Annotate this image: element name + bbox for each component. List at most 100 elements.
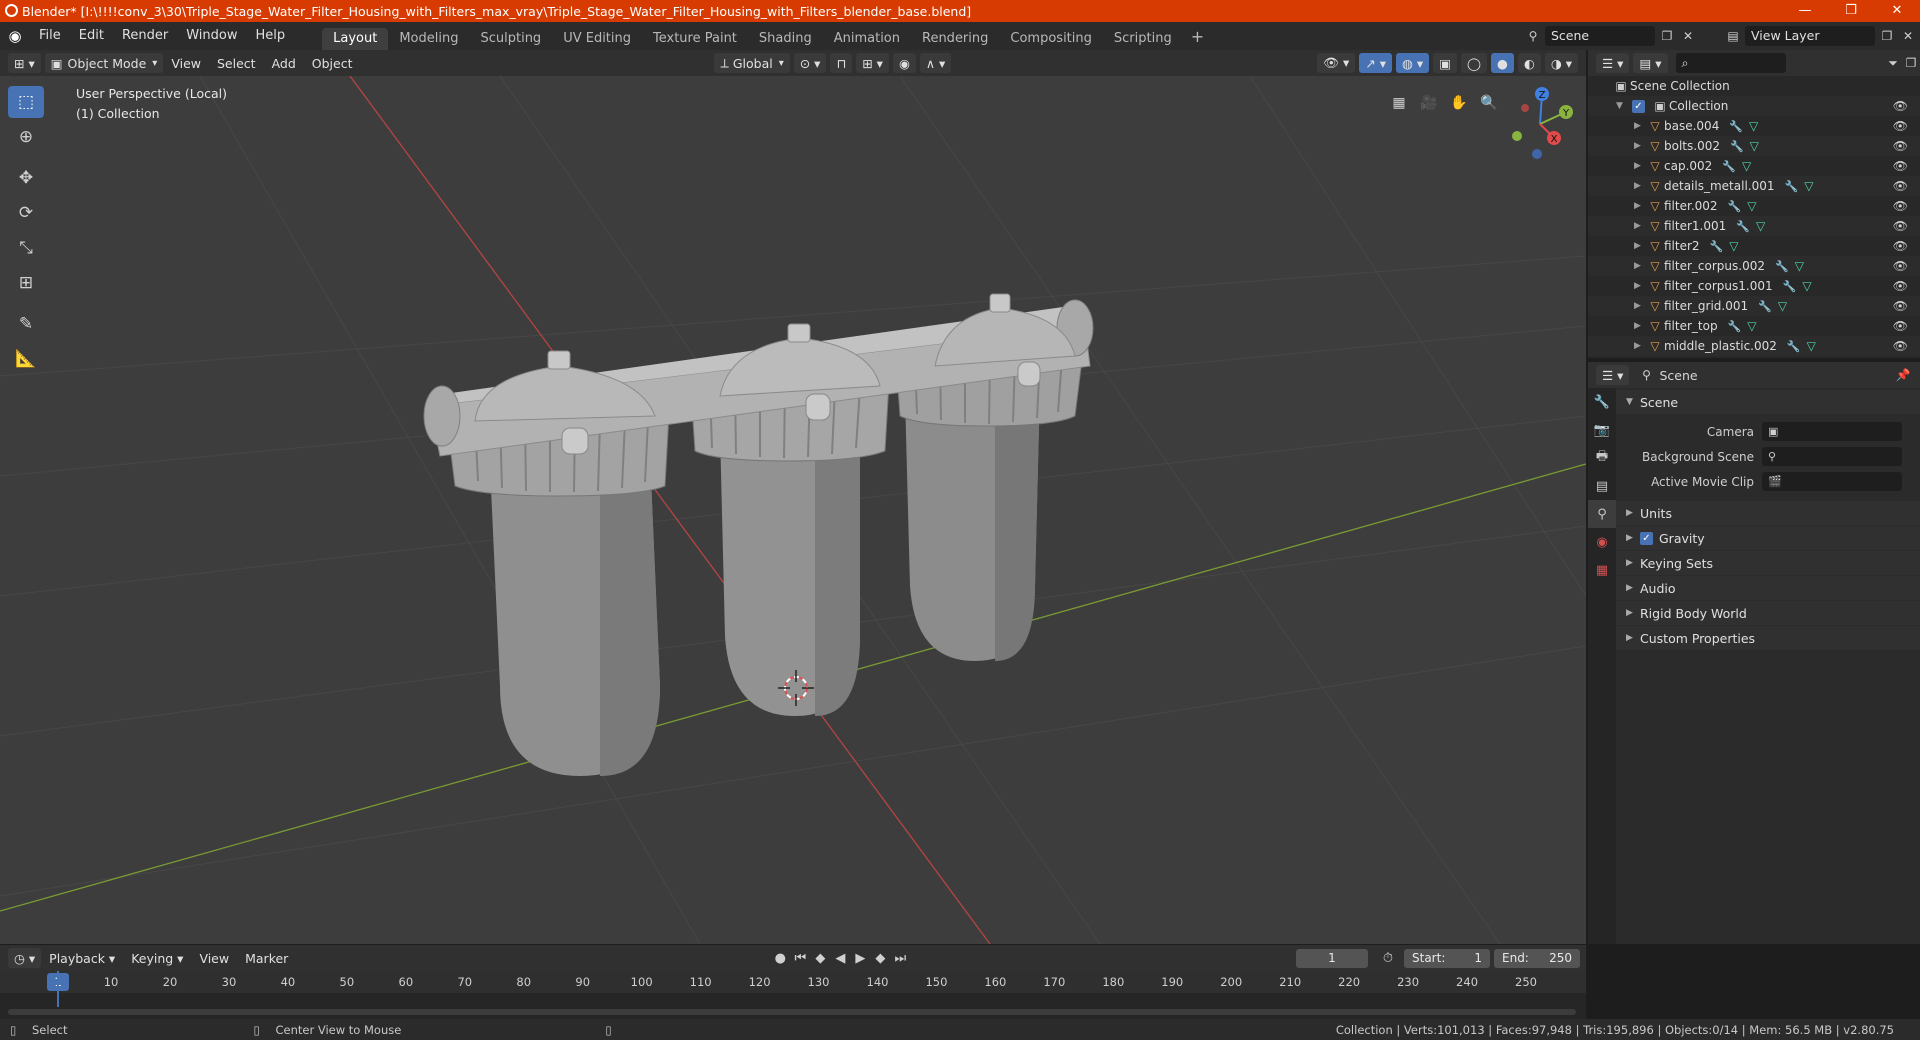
timeline-scrollbar[interactable] <box>8 1009 1576 1015</box>
annotate-tool-icon[interactable]: ✎ <box>8 308 44 340</box>
modifier-wrench-icon[interactable]: 🔧 <box>1728 320 1742 333</box>
menu-help[interactable]: Help <box>247 22 295 50</box>
menu-render[interactable]: Render <box>113 22 177 50</box>
expand-right-icon[interactable]: ▶ <box>1634 261 1646 271</box>
tab-rendering[interactable]: Rendering <box>911 28 999 50</box>
expand-right-icon[interactable]: ▶ <box>1634 141 1646 151</box>
camera-view-icon[interactable]: 🎥 <box>1416 90 1442 116</box>
eye-icon[interactable]: 👁 <box>1893 139 1908 153</box>
menu-file[interactable]: File <box>30 22 70 50</box>
blender-menu-icon[interactable]: ◉ <box>0 27 30 45</box>
view-layer-field[interactable]: View Layer <box>1745 26 1875 46</box>
timeline-area[interactable]: 1102030405060708090100110120130140150160… <box>0 971 1586 1019</box>
gravity-section-header[interactable]: ▶ ✓ Gravity <box>1616 526 1920 550</box>
mesh-data-icon[interactable]: ▽ <box>1747 319 1756 333</box>
outliner-object-row[interactable]: ▶ ▽ filter_corpus.002 🔧 ▽ 👁 <box>1588 256 1920 276</box>
new-collection-icon[interactable]: ❐ <box>1902 56 1920 70</box>
menu-edit[interactable]: Edit <box>70 22 113 50</box>
expand-right-icon[interactable]: ▶ <box>1634 221 1646 231</box>
outliner-object-row[interactable]: ▶ ▽ filter1.001 🔧 ▽ 👁 <box>1588 216 1920 236</box>
modifier-wrench-icon[interactable]: 🔧 <box>1758 300 1772 313</box>
collection-checkbox[interactable]: ✓ <box>1632 99 1645 113</box>
next-keyframe-icon[interactable]: ◆ <box>870 951 890 966</box>
view-layer-icon[interactable]: ▤ <box>1724 29 1742 43</box>
modifier-wrench-icon[interactable]: 🔧 <box>1722 160 1736 173</box>
tab-shading[interactable]: Shading <box>748 28 823 50</box>
editor-type-icon[interactable]: ⊞ ▾ <box>8 53 41 73</box>
outliner-object-row[interactable]: ▶ ▽ filter_corpus1.001 🔧 ▽ 👁 <box>1588 276 1920 296</box>
rendered-shading-icon[interactable]: ◑ ▾ <box>1544 53 1578 73</box>
expand-right-icon[interactable]: ▶ <box>1634 201 1646 211</box>
delete-view-layer-icon[interactable]: ✕ <box>1899 29 1917 43</box>
jump-start-icon[interactable]: ⏮ <box>790 951 810 966</box>
axis-gizmo[interactable]: Z Y X <box>1500 80 1580 160</box>
start-frame-field[interactable]: Start: 1 <box>1404 948 1490 968</box>
tab-scripting[interactable]: Scripting <box>1103 28 1183 50</box>
active-movie-clip-field[interactable]: 🎬 <box>1762 472 1902 491</box>
grid-view-icon[interactable]: ▦ <box>1386 90 1412 116</box>
eye-icon[interactable]: 👁 <box>1893 219 1908 233</box>
outliner-scene-collection[interactable]: ▣ Scene Collection <box>1588 76 1920 96</box>
mesh-data-icon[interactable]: ▽ <box>1749 119 1758 133</box>
modifier-wrench-icon[interactable]: 🔧 <box>1728 200 1742 213</box>
pin-icon[interactable]: 📌 <box>1894 368 1912 382</box>
menu-add[interactable]: Add <box>264 56 304 71</box>
custom-properties-section-header[interactable]: ▶ Custom Properties <box>1616 626 1920 650</box>
modifier-wrench-icon[interactable]: 🔧 <box>1783 280 1797 293</box>
menu-timeline-view[interactable]: View <box>191 951 237 966</box>
tab-modeling[interactable]: Modeling <box>388 28 469 50</box>
play-reverse-icon[interactable]: ◀ <box>830 951 850 966</box>
expand-right-icon[interactable]: ▶ <box>1634 241 1646 251</box>
prev-keyframe-icon[interactable]: ◆ <box>810 951 830 966</box>
falloff-icon[interactable]: ∧ ▾ <box>919 53 952 73</box>
tab-uv-editing[interactable]: UV Editing <box>552 28 642 50</box>
solid-shading-icon[interactable]: ● <box>1491 53 1514 73</box>
texture-properties-tab-icon[interactable]: ▦ <box>1588 556 1616 584</box>
mesh-data-icon[interactable]: ▽ <box>1804 179 1813 193</box>
proportional-edit-icon[interactable]: ◉ <box>892 53 916 73</box>
gizmo-toggle-icon[interactable]: ↗ ▾ <box>1359 53 1393 73</box>
rotate-tool-icon[interactable]: ⟳ <box>8 197 44 229</box>
menu-select[interactable]: Select <box>209 56 264 71</box>
display-mode-icon[interactable]: ▤ ▾ <box>1633 53 1668 73</box>
mesh-data-icon[interactable]: ▽ <box>1729 239 1738 253</box>
outliner-object-row[interactable]: ▶ ▽ cap.002 🔧 ▽ 👁 <box>1588 156 1920 176</box>
expand-right-icon[interactable]: ▶ <box>1634 181 1646 191</box>
modifier-wrench-icon[interactable]: 🔧 <box>1785 180 1799 193</box>
current-frame-field[interactable]: 1 <box>1296 948 1368 968</box>
outliner-collection[interactable]: ▼ ✓ ▣ Collection 👁 <box>1588 96 1920 116</box>
expand-down-icon[interactable]: ▼ <box>1616 101 1628 111</box>
wireframe-shading-icon[interactable]: ◯ <box>1461 53 1487 73</box>
pan-hand-icon[interactable]: ✋ <box>1446 90 1472 116</box>
zoom-icon[interactable]: 🔍 <box>1476 90 1502 116</box>
eye-icon[interactable]: 👁 <box>1893 99 1908 113</box>
timeline-editor-type-icon[interactable]: ◷ ▾ <box>8 948 42 968</box>
tab-compositing[interactable]: Compositing <box>999 28 1103 50</box>
mesh-data-icon[interactable]: ▽ <box>1802 279 1811 293</box>
eye-icon[interactable]: 👁 <box>1893 279 1908 293</box>
gravity-checkbox[interactable]: ✓ <box>1640 531 1653 545</box>
eye-icon[interactable]: 👁 <box>1893 239 1908 253</box>
eye-icon[interactable]: 👁 <box>1893 199 1908 213</box>
tool-properties-tab-icon[interactable]: 🔧 <box>1588 388 1616 416</box>
filter-icon[interactable]: ⏷ <box>1884 56 1902 71</box>
view-layer-properties-tab-icon[interactable]: ▤ <box>1588 472 1616 500</box>
scale-tool-icon[interactable]: ⤡ <box>8 232 44 264</box>
outliner-object-row[interactable]: ▶ ▽ bolts.002 🔧 ▽ 👁 <box>1588 136 1920 156</box>
close-button[interactable]: ✕ <box>1874 0 1920 22</box>
new-view-layer-icon[interactable]: ❐ <box>1878 29 1896 43</box>
outliner-object-row[interactable]: ▶ ▽ filter.002 🔧 ▽ 👁 <box>1588 196 1920 216</box>
eye-icon[interactable]: 👁 <box>1893 319 1908 333</box>
eye-icon[interactable]: 👁 <box>1893 159 1908 173</box>
expand-right-icon[interactable]: ▶ <box>1634 321 1646 331</box>
playhead-line[interactable] <box>57 971 59 1007</box>
eye-icon[interactable]: 👁 <box>1893 259 1908 273</box>
record-icon[interactable]: ● <box>770 951 790 966</box>
keying-sets-section-header[interactable]: ▶ Keying Sets <box>1616 551 1920 575</box>
measure-tool-icon[interactable]: 📐 <box>8 343 44 375</box>
mesh-data-icon[interactable]: ▽ <box>1750 139 1759 153</box>
filter-housing-model[interactable] <box>423 293 1094 776</box>
outliner-search-field[interactable]: ⌕ <box>1675 53 1786 73</box>
mesh-data-icon[interactable]: ▽ <box>1742 159 1751 173</box>
select-box-tool-icon[interactable]: ⬚ <box>8 86 44 118</box>
